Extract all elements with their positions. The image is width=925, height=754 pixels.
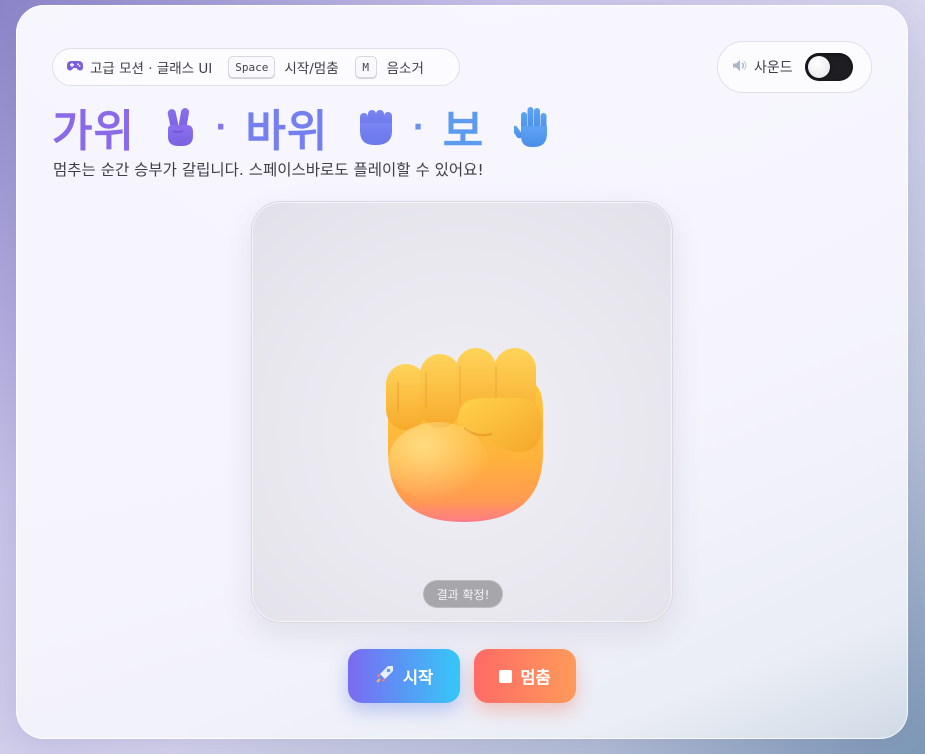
subtitle: 멈추는 순간 승부가 갈립니다. 스페이스바로도 플레이할 수 있어요!: [53, 161, 484, 179]
stop-button-label: 멈춤: [520, 668, 551, 687]
rocket-icon: [375, 664, 395, 688]
speaker-icon: [732, 59, 747, 76]
raised-hand-icon: [514, 107, 548, 147]
sound-toggle[interactable]: [804, 53, 853, 81]
space-key-hint: Space: [228, 56, 276, 78]
toggle-knob[interactable]: [807, 56, 830, 78]
hand-stage: 결과 확정!: [251, 201, 673, 623]
m-key-hint: M: [354, 56, 377, 78]
gamepad-icon: [67, 58, 83, 76]
title-paper: 보: [442, 106, 485, 157]
title-scissors: 가위: [52, 106, 135, 157]
victory-hand-icon: [167, 108, 193, 146]
sound-label: 사운드: [754, 60, 793, 76]
status-badge: 결과 확정!: [423, 580, 503, 608]
start-button-label: 시작: [402, 668, 434, 687]
page-title: 가위 · 바위 · 보: [52, 97, 552, 157]
mode-label: 고급 모션 · 글래스 UI: [90, 61, 213, 77]
stop-button[interactable]: 멈춤: [474, 649, 576, 703]
sound-toggle-group: 사운드: [717, 41, 872, 93]
title-separator: ·: [412, 109, 425, 145]
space-key-action: 시작/멈춤: [284, 61, 339, 77]
title-separator: ·: [214, 109, 228, 145]
fist-icon: [360, 110, 393, 145]
title-rock: 바위: [245, 106, 329, 157]
stop-square-icon: [499, 669, 513, 683]
shortcut-hint-pill: 고급 모션 · 글래스 UI Space 시작/멈춤 M 음소거: [52, 48, 460, 86]
fist-emoji: [386, 348, 543, 522]
m-key-action: 음소거: [386, 61, 424, 77]
start-button[interactable]: 시작: [348, 649, 460, 703]
